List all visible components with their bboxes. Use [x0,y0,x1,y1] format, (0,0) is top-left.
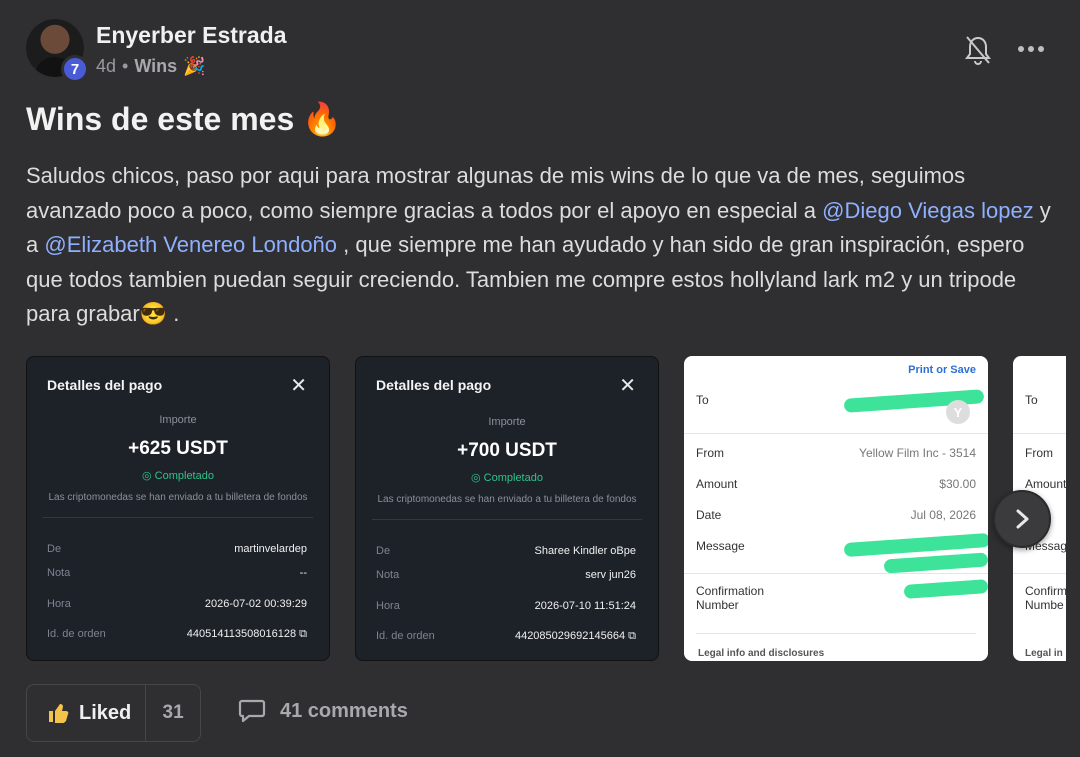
post-category[interactable]: Wins [134,56,177,77]
next-image-button[interactable] [993,490,1051,548]
like-label: Liked [79,701,132,724]
chevron-right-icon [1016,509,1029,529]
detail-value: 2026-07-10 11:51:24 [534,600,636,612]
amount-value: +700 USDT [457,440,557,461]
status-text: Completado [154,470,214,482]
detail-row: Id. de orden 440514113508016128 ⧉ [47,628,307,641]
detail-key: Nota [376,569,400,581]
divider [1013,433,1066,434]
status-completed: ◎ Completado [471,472,543,484]
recipient-avatar: Y [946,400,970,424]
post: 7 Enyerber Estrada 4d • Wins 🎉 Wins de e… [0,0,1080,757]
mention-link[interactable]: @Elizabeth Venereo Londoño [44,232,337,257]
comments-button[interactable]: 41 comments [238,698,408,724]
post-title: Wins de este mes 🔥 [26,100,342,138]
status-note: Las criptomonedas se han enviado a tu bi… [377,494,637,505]
divider [684,433,988,434]
receipt-amount-value: $30.00 [939,477,976,491]
fire-icon: 🔥 [302,101,343,137]
legal-link: Legal info and disclosures [698,648,825,659]
legal-link: Legal in [1025,648,1063,659]
detail-row: De Sharee Kindler oBpe [376,545,636,557]
card-header: Detalles del pago [47,377,163,393]
amount-label: Importe [159,414,197,426]
card-header: Detalles del pago [376,377,492,393]
receipt-amount-label: Amount [696,477,738,491]
receipt-message-label: Message [696,539,745,553]
close-icon: ✕ [290,375,307,397]
detail-row: Hora 2026-07-02 00:39:29 [47,598,307,610]
redaction-mark [903,579,988,599]
redaction-mark [883,552,988,574]
post-meta: 4d • Wins 🎉 [96,56,206,77]
detail-row: Id. de orden 442085029692145664 ⧉ [376,630,636,643]
detail-value: 2026-07-02 00:39:29 [204,598,307,610]
receipt-from-label: From [696,446,724,460]
divider [684,573,988,574]
detail-key: Id. de orden [376,630,435,642]
detail-row: De martinvelardep [47,543,307,555]
post-body: Saludos chicos, paso por aqui para mostr… [26,159,1066,332]
thumbs-up-icon [49,704,69,723]
detail-key: Id. de orden [47,628,106,640]
receipt-from-label: From [1025,446,1053,460]
like-control: Liked 31 [26,684,201,742]
detail-key: Hora [47,598,71,610]
receipt-to-label: To [696,393,709,407]
detail-row: Hora 2026-07-10 11:51:24 [376,600,636,612]
image-gallery: Detalles del pago ✕ Importe +625 USDT ◎ … [26,356,1066,661]
level-badge: 7 [61,55,89,83]
detail-value: 440514113508016128 ⧉ [186,628,307,640]
meta-separator: • [122,56,129,76]
like-count[interactable]: 31 [146,702,200,724]
amount-label: Importe [488,416,526,428]
receipt-amount-label: Amount [1025,477,1066,491]
party-icon: 🎉 [183,56,206,76]
divider [43,517,313,518]
receipt-date-value: Jul 08, 2026 [910,508,976,522]
detail-key: De [47,543,62,555]
status-note: Las criptomonedas se han enviado a tu bi… [48,492,308,503]
more-options-icon[interactable] [1018,36,1050,62]
detail-key: De [376,545,391,557]
close-icon: ✕ [619,375,636,397]
amount-value: +625 USDT [128,438,228,459]
comment-icon [238,699,266,723]
detail-row: Nota -- [47,567,307,579]
receipt-confirmation-label: Confirmation Number [696,584,765,612]
detail-value: martinvelardep [234,543,307,555]
status-text: Completado [483,472,543,484]
like-button[interactable]: Liked [27,685,147,741]
detail-row: Nota serv jun26 [376,569,636,581]
detail-key: Hora [376,600,400,612]
detail-value: serv jun26 [585,569,636,581]
payment-card[interactable]: Detalles del pago ✕ Importe +700 USDT ◎ … [355,356,659,661]
detail-value: -- [299,567,307,579]
divider [372,519,642,520]
status-completed: ◎ Completado [142,470,214,482]
comments-label: 41 comments [280,699,408,722]
post-time: 4d [96,56,117,76]
author-name[interactable]: Enyerber Estrada [96,22,286,49]
receipt-card[interactable]: Print or Save To Y From Yellow Film Inc … [684,356,988,661]
receipt-date-label: Date [696,508,722,522]
receipt-to-label: To [1025,393,1038,407]
receipt-confirmation-label: Confirm Numbe [1025,584,1066,612]
payment-card[interactable]: Detalles del pago ✕ Importe +625 USDT ◎ … [26,356,330,661]
detail-value: 442085029692145664 ⧉ [514,630,636,642]
detail-key: Nota [47,567,71,579]
divider [1013,573,1066,574]
bell-off-icon[interactable] [963,33,993,67]
receipt-from-value: Yellow Film Inc - 3514 [859,446,976,460]
detail-value: Sharee Kindler oBpe [534,545,636,557]
post-title-text: Wins de este mes [26,100,295,137]
mention-link[interactable]: @Diego Viegas lopez [822,198,1034,223]
print-save-link: Print or Save [908,364,976,376]
divider [696,633,976,634]
